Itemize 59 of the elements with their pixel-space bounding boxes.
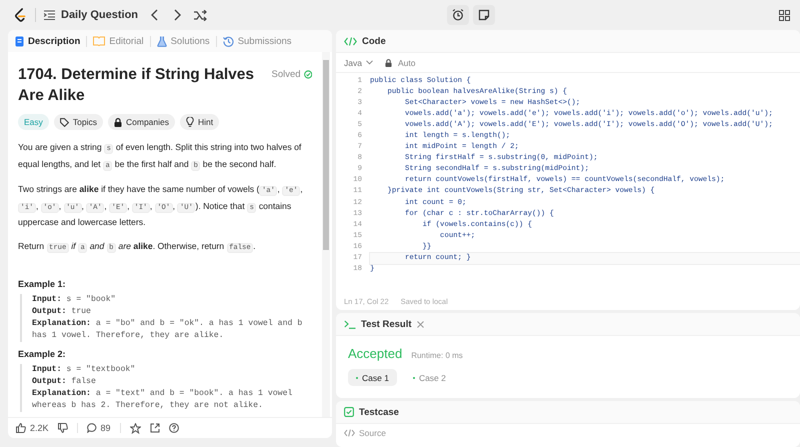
- tag-button[interactable]: Companies: [108, 114, 175, 130]
- example-line: Explanation: a = "text" and b = "book". a has 1 vowel whereas b has 2. Therefore, they are not alike.: [32, 388, 294, 412]
- logo-icon[interactable]: [14, 8, 27, 22]
- thumbs-down-icon[interactable]: [58, 423, 68, 433]
- panel-tab[interactable]: Description: [15, 36, 80, 46]
- lock-icon: [114, 118, 122, 126]
- chevron-down-icon: [366, 60, 373, 65]
- grid-icon[interactable]: [779, 10, 790, 20]
- panel-title: Testcase: [359, 406, 399, 418]
- example-heading: Example 2:: [18, 349, 67, 359]
- close-icon[interactable]: [416, 320, 424, 328]
- help-icon[interactable]: [168, 423, 179, 433]
- comments-button[interactable]: 89: [86, 423, 111, 433]
- example-line: Explanation: a = "bo" and b = "ok". a has 1 vowel and b has 1 vowel. Therefore, they are alike.: [32, 318, 304, 342]
- check-circle-icon: [304, 70, 312, 79]
- lock-icon: [384, 58, 392, 66]
- verdict: Accepted: [348, 346, 402, 361]
- note-button[interactable]: [473, 5, 495, 25]
- tag-button[interactable]: Topics: [54, 114, 103, 130]
- next-icon[interactable]: [172, 9, 182, 21]
- list-icon: [44, 10, 55, 20]
- flask-icon: [156, 36, 167, 46]
- example-line: Output: false: [32, 376, 97, 388]
- auto-label: Auto: [398, 58, 416, 68]
- panel-title: Test Result: [361, 318, 412, 330]
- shuffle-icon[interactable]: [194, 10, 208, 20]
- alarm-button[interactable]: [447, 5, 469, 25]
- example-line: Input: s = "book": [32, 294, 117, 306]
- note-icon: [478, 9, 490, 21]
- runtime: Runtime: 0 ms: [411, 351, 463, 360]
- example-line: Input: s = "textbook": [32, 364, 136, 376]
- case-tab[interactable]: Case 2: [404, 369, 454, 386]
- language-select[interactable]: Java: [344, 58, 373, 68]
- code-icon: [344, 36, 357, 46]
- star-icon[interactable]: [130, 422, 141, 434]
- previous-icon[interactable]: [150, 9, 160, 21]
- scrollbar[interactable]: [322, 52, 330, 417]
- code-icon: [344, 429, 355, 437]
- daily-question-button[interactable]: Daily Question: [44, 9, 138, 21]
- thumbs-up-icon: [16, 423, 26, 433]
- lightbulb-icon: [186, 117, 194, 127]
- difficulty-tag: Easy: [18, 114, 49, 130]
- example-line: Output: true: [32, 306, 92, 318]
- tag-button[interactable]: Hint: [180, 114, 220, 130]
- share-icon[interactable]: [150, 423, 160, 433]
- problem-title: 1704. Determine if String Halves Are Alike: [18, 65, 256, 106]
- panel-title: Code: [362, 36, 386, 46]
- example-heading: Example 1:: [18, 279, 67, 289]
- terminal-icon: [344, 320, 356, 328]
- document-icon: [15, 36, 24, 46]
- checkbox-icon: [344, 407, 354, 417]
- book-icon: [93, 36, 106, 46]
- comment-icon: [86, 423, 97, 433]
- like-button[interactable]: 2.2K: [16, 423, 49, 433]
- tag-icon: [60, 118, 69, 126]
- solved-status: Solved: [272, 69, 301, 80]
- case-tab[interactable]: Case 1: [348, 369, 397, 386]
- history-icon: [222, 36, 234, 46]
- alarm-clock-icon: [452, 9, 464, 21]
